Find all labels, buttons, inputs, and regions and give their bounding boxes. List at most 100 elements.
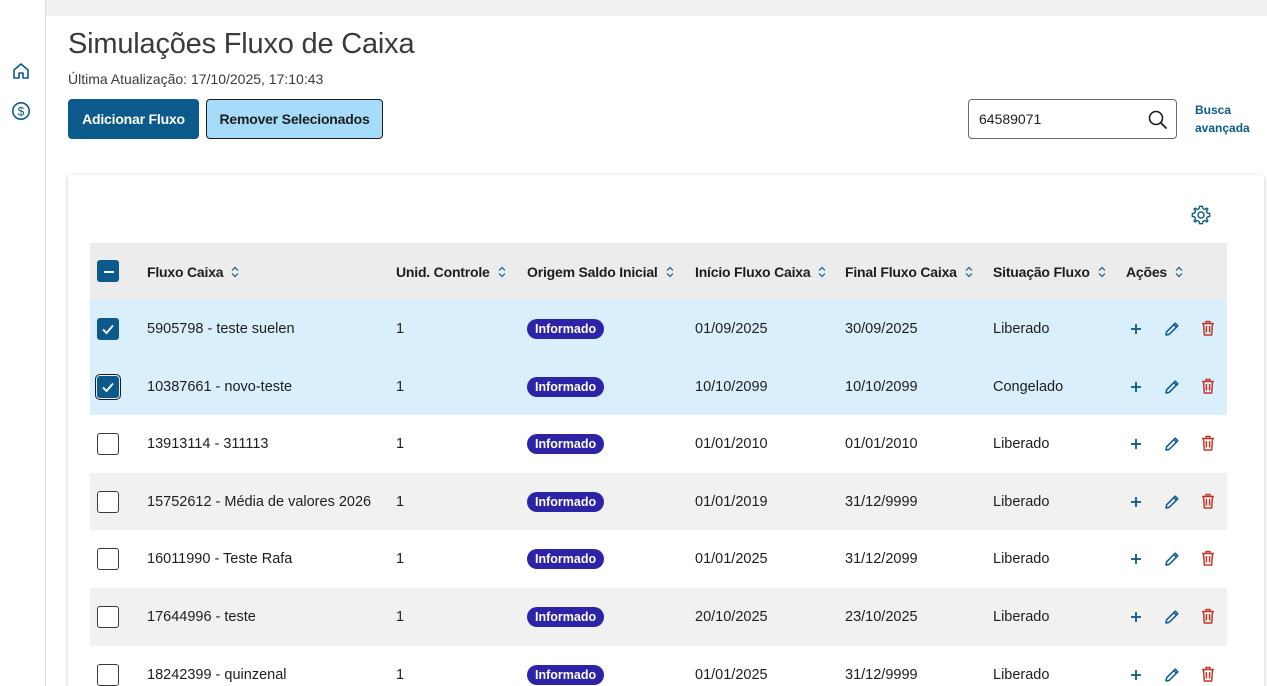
origin-tag: Informado bbox=[527, 319, 605, 339]
cell-unid: 1 bbox=[396, 321, 405, 337]
origin-tag: Informado bbox=[527, 434, 605, 455]
trash-icon[interactable] bbox=[1199, 377, 1217, 395]
table-row[interactable]: 18242399 - quinzenal 1 01/01/2025 31/12/999… bbox=[90, 645, 1227, 686]
cell-inicio: 01/09/2025 bbox=[695, 321, 768, 337]
table-row[interactable]: 17644996 - teste 1 20/10/2025 23/10/2025 Lib… bbox=[90, 588, 1227, 646]
trash-icon[interactable] bbox=[1199, 492, 1217, 510]
cell-unid: 1 bbox=[396, 609, 405, 625]
home-icon[interactable] bbox=[11, 61, 31, 81]
cell-final: 01/01/2010 bbox=[845, 436, 918, 453]
row-checkbox[interactable] bbox=[97, 663, 119, 686]
column-header-unid[interactable]: Unid. Controle bbox=[396, 243, 506, 300]
trash-icon[interactable] bbox=[1199, 607, 1217, 625]
pencil-icon[interactable] bbox=[1163, 493, 1181, 511]
plus-icon[interactable] bbox=[1127, 493, 1145, 511]
sort-icon[interactable] bbox=[498, 266, 506, 278]
search-box bbox=[968, 99, 1177, 139]
origin-tag: Informado bbox=[527, 376, 605, 397]
pencil-icon[interactable] bbox=[1163, 608, 1181, 626]
pencil-icon[interactable] bbox=[1163, 320, 1181, 338]
table-row[interactable]: 15752612 - Média de valores 2026 1 01/01/2… bbox=[90, 472, 1227, 531]
origin-tag: Informado bbox=[527, 664, 605, 685]
row-checkbox[interactable] bbox=[97, 548, 119, 571]
advanced-search-line1: Busca bbox=[1195, 103, 1232, 117]
plus-icon[interactable] bbox=[1127, 435, 1145, 453]
table-row[interactable]: 13913114 - 311113 1 01/01/2010 01/01/2010 Li… bbox=[90, 415, 1227, 474]
table-row[interactable]: 5905798 - teste suelen 1 01/09/2025 30/09/2… bbox=[90, 300, 1227, 358]
column-header-acoes[interactable]: Ações bbox=[1126, 243, 1183, 300]
sort-icon[interactable] bbox=[965, 266, 973, 278]
sort-icon[interactable] bbox=[1098, 266, 1106, 278]
sort-icon[interactable] bbox=[231, 266, 239, 278]
cell-fluxo: 5905798 - teste suelen bbox=[147, 321, 295, 337]
origin-tag: Informado bbox=[527, 491, 605, 512]
column-header-situacao[interactable]: Situação Fluxo bbox=[993, 243, 1106, 300]
plus-icon[interactable] bbox=[1127, 320, 1145, 338]
cell-unid: 1 bbox=[396, 666, 405, 683]
cell-unid: 1 bbox=[396, 378, 405, 395]
trash-icon[interactable] bbox=[1199, 319, 1217, 337]
plus-icon[interactable] bbox=[1127, 550, 1145, 568]
trash-icon[interactable] bbox=[1199, 549, 1217, 567]
cell-situacao: Liberado bbox=[993, 493, 1050, 510]
cell-fluxo: 18242399 - quinzenal bbox=[147, 666, 287, 683]
column-header-fluxo[interactable]: Fluxo Caixa bbox=[147, 243, 239, 300]
add-flow-button[interactable]: Adicionar Fluxo bbox=[68, 99, 199, 139]
column-header-inicio[interactable]: Início Fluxo Caixa bbox=[695, 243, 826, 300]
gear-icon[interactable] bbox=[1190, 204, 1212, 226]
remove-selected-button[interactable]: Remover Selecionados bbox=[206, 99, 383, 139]
cell-inicio: 20/10/2025 bbox=[695, 609, 768, 625]
table-header: Fluxo Caixa Unid. Controle Origem Saldo … bbox=[90, 243, 1227, 300]
sidebar: $ bbox=[0, 0, 46, 686]
table-card: Fluxo Caixa Unid. Controle Origem Saldo … bbox=[68, 175, 1264, 686]
cell-origem: Informado bbox=[527, 588, 605, 646]
search-icon[interactable] bbox=[1147, 109, 1168, 130]
pencil-icon[interactable] bbox=[1163, 550, 1181, 568]
cell-fluxo: 17644996 - teste bbox=[147, 609, 256, 625]
sort-icon[interactable] bbox=[818, 266, 826, 278]
sort-icon[interactable] bbox=[1175, 266, 1183, 278]
cell-final: 23/10/2025 bbox=[845, 609, 918, 625]
main-content: Simulações Fluxo de Caixa Última Atualiz… bbox=[46, 16, 1267, 686]
column-label: Origem Saldo Inicial bbox=[527, 263, 658, 280]
cell-fluxo: 16011990 - Teste Rafa bbox=[147, 551, 293, 568]
column-header-final[interactable]: Final Fluxo Caixa bbox=[845, 243, 973, 300]
column-label: Situação Fluxo bbox=[993, 263, 1090, 280]
trash-icon[interactable] bbox=[1199, 665, 1217, 683]
pencil-icon[interactable] bbox=[1163, 666, 1181, 684]
svg-text:$: $ bbox=[18, 105, 25, 119]
cell-situacao: Liberado bbox=[993, 609, 1050, 625]
dollar-circle-icon[interactable]: $ bbox=[11, 101, 31, 121]
row-checkbox[interactable] bbox=[97, 433, 119, 456]
cell-origem: Informado bbox=[527, 300, 605, 358]
plus-icon[interactable] bbox=[1127, 608, 1145, 626]
search-input[interactable] bbox=[979, 109, 1139, 129]
origin-tag: Informado bbox=[527, 549, 605, 570]
pencil-icon[interactable] bbox=[1163, 435, 1181, 453]
advanced-search-link[interactable]: Busca avançada bbox=[1195, 101, 1265, 137]
column-label: Ações bbox=[1126, 263, 1168, 280]
cell-situacao: Liberado bbox=[993, 666, 1050, 683]
select-all-checkbox[interactable] bbox=[97, 260, 119, 282]
cell-final: 31/12/9999 bbox=[845, 493, 918, 510]
cell-inicio: 01/01/2010 bbox=[695, 436, 768, 453]
plus-icon[interactable] bbox=[1127, 666, 1145, 684]
table-row[interactable]: 10387661 - novo-teste 1 10/10/2099 10/10/20… bbox=[90, 357, 1227, 416]
trash-icon[interactable] bbox=[1199, 434, 1217, 452]
cell-unid: 1 bbox=[396, 436, 405, 453]
column-header-origem[interactable]: Origem Saldo Inicial bbox=[527, 243, 674, 300]
sort-icon[interactable] bbox=[666, 266, 674, 278]
cell-origem: Informado bbox=[527, 473, 605, 531]
row-checkbox[interactable] bbox=[95, 373, 121, 400]
table-row[interactable]: 16011990 - Teste Rafa 1 01/01/2025 31/12/20… bbox=[90, 530, 1227, 589]
row-checkbox[interactable] bbox=[97, 490, 119, 513]
column-label: Final Fluxo Caixa bbox=[845, 263, 957, 280]
origin-tag: Informado bbox=[527, 607, 605, 627]
plus-icon[interactable] bbox=[1127, 378, 1145, 396]
row-checkbox[interactable] bbox=[97, 606, 119, 628]
last-update-text: Última Atualização: 17/10/2025, 17:10:43 bbox=[68, 71, 324, 87]
cell-unid: 1 bbox=[396, 493, 405, 510]
cell-final: 31/12/2099 bbox=[845, 551, 918, 568]
row-checkbox[interactable] bbox=[97, 318, 119, 340]
pencil-icon[interactable] bbox=[1163, 378, 1181, 396]
